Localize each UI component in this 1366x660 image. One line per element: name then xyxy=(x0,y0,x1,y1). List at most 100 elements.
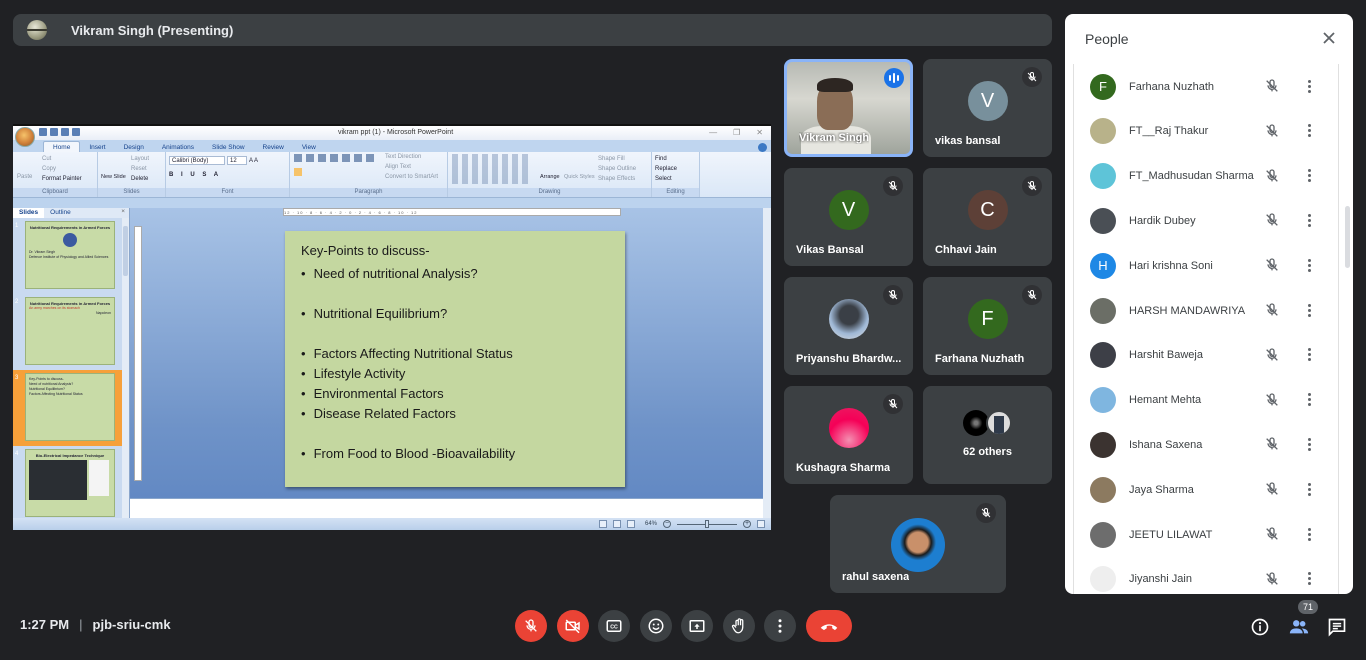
emblem-icon xyxy=(63,233,77,247)
participant-tile-speaking[interactable]: Vikram Singh xyxy=(784,59,913,157)
layout-button: Layout xyxy=(131,156,150,162)
more-options-icon[interactable] xyxy=(1301,347,1317,363)
avatar: H xyxy=(1090,252,1116,279)
participant-row[interactable]: Hardik Dubey xyxy=(1074,198,1338,243)
participant-tile[interactable]: V vikas bansal xyxy=(923,59,1052,157)
svg-text:CC: CC xyxy=(610,625,618,631)
emoji-icon xyxy=(648,618,664,634)
chat-icon xyxy=(1328,618,1346,637)
reactions-button[interactable] xyxy=(640,610,672,642)
pane-tab-slides: Slides xyxy=(13,208,45,218)
participant-row[interactable]: Hemant Mehta xyxy=(1074,378,1338,423)
others-tile[interactable]: 62 others xyxy=(923,386,1052,484)
more-options-icon[interactable] xyxy=(1301,212,1317,228)
font-format-buttons: B I U S A xyxy=(169,172,222,178)
slide-sorter-icon xyxy=(612,520,621,528)
ribbon-tab-view: View xyxy=(301,144,316,151)
shape-effects-button: Shape Effects xyxy=(598,176,636,182)
participant-name: FT_Madhusudan Sharma xyxy=(1129,170,1254,183)
avatar-photo xyxy=(891,518,945,572)
participant-name: Chhavi Jain xyxy=(935,244,997,256)
participant-name: Hemant Mehta xyxy=(1129,394,1202,407)
align-text-button: Align Text xyxy=(385,164,411,170)
participant-name: vikas bansal xyxy=(935,135,1001,147)
participant-tile[interactable]: rahul saxena xyxy=(830,495,1006,593)
clock: 1:27 PM xyxy=(20,617,70,632)
thumbnail-line: Napoleon xyxy=(96,311,111,315)
more-options-icon[interactable] xyxy=(1301,123,1317,139)
people-scrollbar[interactable] xyxy=(1345,206,1350,268)
font-grow-icon: A A xyxy=(249,158,259,164)
participant-row[interactable]: Ishana Saxena xyxy=(1074,422,1338,467)
more-options-icon[interactable] xyxy=(1301,526,1317,542)
participant-tile[interactable]: C Chhavi Jain xyxy=(923,168,1052,266)
more-options-icon[interactable] xyxy=(1301,78,1317,94)
more-options-icon[interactable] xyxy=(1301,257,1317,273)
group-clipboard: Paste Cut Copy Format Painter Clipboard xyxy=(13,152,98,197)
thumbnail-number: 3 xyxy=(15,375,19,381)
participant-row[interactable]: Jiyanshi Jain xyxy=(1074,557,1338,594)
slideshow-view-icon xyxy=(626,520,635,528)
avatar-photo xyxy=(1090,431,1116,458)
pane-close-icon: × xyxy=(121,208,125,215)
avatar-photo xyxy=(1090,521,1116,548)
slide-canvas: Key-Points to discuss- Need of nutrition… xyxy=(285,231,625,487)
avatar-photo xyxy=(828,299,869,339)
slide-bullet: Disease Related Factors xyxy=(301,404,609,424)
mic-off-icon xyxy=(1022,67,1042,87)
editor-scrollbar xyxy=(763,208,771,518)
participant-name: Jiyanshi Jain xyxy=(1129,573,1192,586)
more-options-icon[interactable] xyxy=(1301,168,1317,184)
more-options-icon[interactable] xyxy=(1301,392,1317,408)
more-options-icon[interactable] xyxy=(1301,302,1317,318)
more-options-icon[interactable] xyxy=(1301,436,1317,452)
participant-row[interactable]: Harshit Baweja xyxy=(1074,333,1338,378)
slide-bullet: Lifestyle Activity xyxy=(301,364,609,384)
font-name-box: Calibri (Body) xyxy=(169,156,225,165)
shape-fill-button: Shape Fill xyxy=(598,156,625,162)
more-options-icon[interactable] xyxy=(1301,571,1317,587)
more-options-button[interactable] xyxy=(764,610,796,642)
participant-row[interactable]: HARSH MANDAWRIYA xyxy=(1074,288,1338,333)
avatar-photo xyxy=(1090,566,1116,593)
group-label-font: Font xyxy=(166,188,289,197)
people-button[interactable] xyxy=(1288,616,1310,638)
avatar: F xyxy=(1090,73,1116,100)
participant-row[interactable]: JEETU LILAWAT xyxy=(1074,512,1338,557)
quick-access-toolbar xyxy=(39,128,80,136)
fit-window-icon xyxy=(757,520,765,528)
cut-button: Cut xyxy=(42,156,52,162)
copy-button: Copy xyxy=(42,166,57,172)
slide-editor: 12 · 10 · 8 · 6 · 4 · 2 · 0 · 2 · 4 · 6 … xyxy=(130,208,771,518)
participant-count-badge: 71 xyxy=(1298,600,1318,614)
leave-call-button[interactable] xyxy=(806,610,852,642)
raise-hand-button[interactable] xyxy=(723,610,755,642)
mic-off-icon xyxy=(883,394,903,414)
participant-tile[interactable]: Priyanshu Bhardw... xyxy=(784,277,913,375)
participant-row[interactable]: FT_Madhusudan Sharma xyxy=(1074,154,1338,199)
captions-button[interactable]: CC xyxy=(598,610,630,642)
thumbnail-photo xyxy=(29,460,87,500)
meeting-details-button[interactable] xyxy=(1249,616,1271,638)
participant-row[interactable]: F Farhana Nuzhath xyxy=(1074,64,1338,109)
participant-name: Vikram Singh xyxy=(799,132,870,144)
participant-row[interactable]: Jaya Sharma xyxy=(1074,467,1338,512)
participant-tile[interactable]: F Farhana Nuzhath xyxy=(923,277,1052,375)
ribbon-tabs: Home Insert Design Animations Slide Show… xyxy=(13,140,771,152)
more-options-icon[interactable] xyxy=(1301,481,1317,497)
participant-row[interactable]: FT__Raj Thakur xyxy=(1074,109,1338,154)
camera-off-icon xyxy=(565,619,580,634)
chat-button[interactable] xyxy=(1326,616,1348,638)
close-icon[interactable] xyxy=(1321,30,1337,46)
mic-toggle-button[interactable] xyxy=(515,610,547,642)
participant-tile[interactable]: Kushagra Sharma xyxy=(784,386,913,484)
list-buttons xyxy=(294,154,374,162)
present-button[interactable] xyxy=(681,610,713,642)
participant-row[interactable]: H Hari krishna Soni xyxy=(1074,243,1338,288)
participant-tile[interactable]: V Vikas Bansal xyxy=(784,168,913,266)
people-panel-title: People xyxy=(1085,31,1129,47)
camera-toggle-button[interactable] xyxy=(557,610,589,642)
mic-off-icon xyxy=(883,285,903,305)
pane-tab-outline: Outline xyxy=(50,209,71,216)
avatar-photo xyxy=(1090,387,1116,414)
